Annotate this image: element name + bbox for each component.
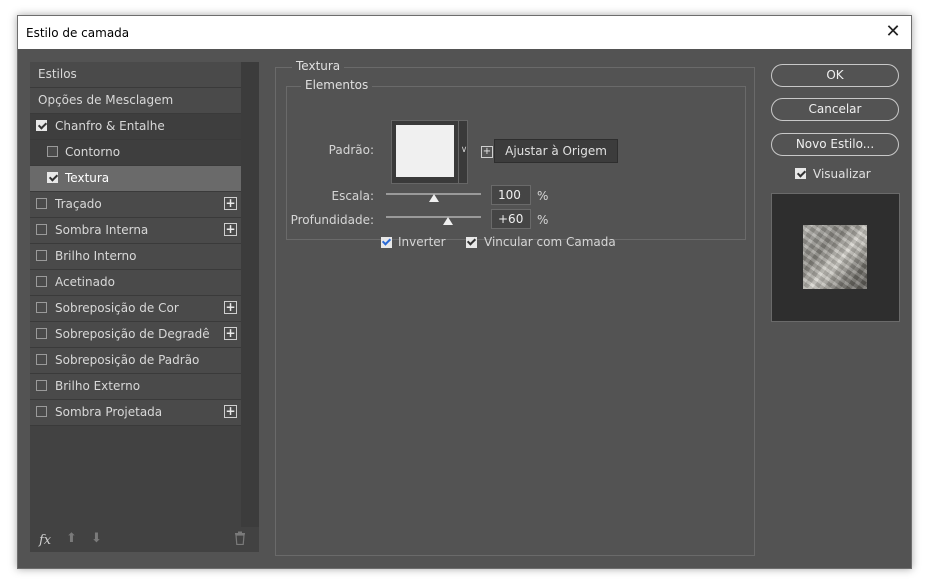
- sidebar-item-label: Chanfro & Entalhe: [55, 119, 165, 133]
- add-icon[interactable]: +: [224, 405, 237, 418]
- preview-thumbnail: [803, 225, 867, 289]
- styles-list-panel: Estilos Opções de Mesclagem Chanfro & Enta…: [30, 62, 259, 552]
- sidebar-item-checkbox[interactable]: [36, 198, 47, 209]
- sidebar-item-label: Brilho Interno: [55, 249, 137, 263]
- sidebar-item-estilos[interactable]: Estilos: [30, 62, 241, 88]
- sidebar-item-checkbox[interactable]: [36, 406, 47, 417]
- new-style-button[interactable]: Novo Estilo...: [771, 133, 899, 156]
- depth-input[interactable]: +60: [491, 209, 531, 229]
- add-icon[interactable]: +: [224, 223, 237, 236]
- pattern-label: Padrão:: [328, 143, 374, 157]
- sidebar-item-sobreposicao-de-cor[interactable]: Sobreposição de Cor +: [30, 296, 241, 322]
- trash-icon[interactable]: [234, 531, 246, 545]
- styles-list-toolbar: fx ⬆ ⬇: [30, 527, 259, 552]
- sidebar-item-sobreposicao-de-degrade[interactable]: Sobreposição de Degradê +: [30, 322, 241, 348]
- depth-slider-thumb[interactable]: [442, 217, 453, 225]
- snap-to-origin-button[interactable]: Ajustar à Origem: [494, 139, 618, 163]
- sidebar-item-checkbox[interactable]: [36, 276, 47, 287]
- sidebar-item-brilho-externo[interactable]: Brilho Externo: [30, 374, 241, 400]
- window-title: Estilo de camada: [26, 26, 130, 40]
- sidebar-item-textura[interactable]: Textura: [30, 166, 241, 192]
- layer-style-dialog: Estilo de camada ✕ Estilos Opções de Mesc…: [17, 15, 912, 569]
- sidebar-item-contorno[interactable]: Contorno: [30, 140, 241, 166]
- sidebar-item-sombra-interna[interactable]: Sombra Interna +: [30, 218, 241, 244]
- sidebar-item-label: Traçado: [55, 197, 102, 211]
- preview-label: Visualizar: [813, 167, 871, 181]
- styles-list-scrollbar[interactable]: [241, 62, 259, 527]
- new-preset-icon[interactable]: +: [481, 146, 493, 158]
- group-title: Elementos: [301, 78, 373, 92]
- sidebar-item-label: Opções de Mesclagem: [38, 93, 174, 107]
- section-title: Textura: [292, 59, 345, 73]
- add-icon[interactable]: +: [224, 197, 237, 210]
- sidebar-item-checkbox[interactable]: [36, 120, 47, 131]
- sidebar-item-checkbox[interactable]: [36, 354, 47, 365]
- link-with-layer-checkbox[interactable]: [466, 237, 477, 248]
- texture-panel: Textura Elementos Padrão: ∨ + Ajustar à …: [275, 59, 755, 556]
- ok-button[interactable]: OK: [771, 64, 899, 87]
- sidebar-item-brilho-interno[interactable]: Brilho Interno: [30, 244, 241, 270]
- sidebar-item-acetinado[interactable]: Acetinado: [30, 270, 241, 296]
- depth-unit: %: [537, 213, 549, 227]
- sidebar-item-checkbox[interactable]: [36, 250, 47, 261]
- depth-label: Profundidade:: [290, 213, 374, 227]
- sidebar-item-sobreposicao-de-padrao[interactable]: Sobreposição de Padrão: [30, 348, 241, 374]
- sidebar-item-checkbox[interactable]: [47, 146, 58, 157]
- fx-icon[interactable]: fx: [39, 533, 51, 548]
- invert-label: Inverter: [398, 235, 446, 249]
- sidebar-item-tracado[interactable]: Traçado +: [30, 192, 241, 218]
- sidebar-item-label: Sobreposição de Cor: [55, 301, 179, 315]
- scale-slider-thumb[interactable]: [428, 194, 439, 202]
- scale-input[interactable]: 100: [491, 185, 531, 205]
- sidebar-item-label: Brilho Externo: [55, 379, 141, 393]
- move-up-icon[interactable]: ⬆: [66, 531, 77, 546]
- elements-group: Elementos Padrão: ∨ + Ajustar à Origem E…: [286, 78, 746, 249]
- depth-slider-track[interactable]: [386, 216, 481, 218]
- sidebar-item-label: Textura: [65, 171, 110, 185]
- sidebar-item-checkbox[interactable]: [36, 224, 47, 235]
- sidebar-item-checkbox[interactable]: [47, 172, 58, 183]
- sidebar-item-label: Estilos: [38, 67, 77, 81]
- sidebar-item-label: Sombra Projetada: [55, 405, 163, 419]
- sidebar-item-checkbox[interactable]: [36, 328, 47, 339]
- chevron-down-icon[interactable]: ∨: [458, 121, 469, 183]
- sidebar-item-label: Contorno: [65, 145, 121, 159]
- scale-label: Escala:: [331, 189, 374, 203]
- pattern-swatch[interactable]: [396, 125, 454, 177]
- cancel-button[interactable]: Cancelar: [771, 98, 899, 121]
- add-icon[interactable]: +: [224, 301, 237, 314]
- sidebar-item-label: Acetinado: [55, 275, 115, 289]
- style-preview: [771, 193, 900, 322]
- pattern-picker[interactable]: ∨: [391, 120, 468, 184]
- sidebar-item-checkbox[interactable]: [36, 302, 47, 313]
- preview-checkbox[interactable]: [795, 168, 806, 179]
- title-bar: Estilo de camada ✕: [18, 16, 911, 49]
- scale-unit: %: [537, 189, 549, 203]
- sidebar-item-label: Sombra Interna: [55, 223, 149, 237]
- sidebar-item-checkbox[interactable]: [36, 380, 47, 391]
- link-with-layer-label: Vincular com Camada: [484, 235, 616, 249]
- sidebar-item-chanfro-entalhe[interactable]: Chanfro & Entalhe: [30, 114, 241, 140]
- sidebar-item-opcoes-de-mesclagem[interactable]: Opções de Mesclagem: [30, 88, 241, 114]
- invert-checkbox[interactable]: [381, 237, 392, 248]
- sidebar-item-sombra-projetada[interactable]: Sombra Projetada +: [30, 400, 241, 426]
- close-icon[interactable]: ✕: [883, 22, 903, 42]
- sidebar-item-label: Sobreposição de Degradê: [55, 327, 210, 341]
- sidebar-item-label: Sobreposição de Padrão: [55, 353, 200, 367]
- add-icon[interactable]: +: [224, 327, 237, 340]
- move-down-icon[interactable]: ⬇: [91, 531, 102, 546]
